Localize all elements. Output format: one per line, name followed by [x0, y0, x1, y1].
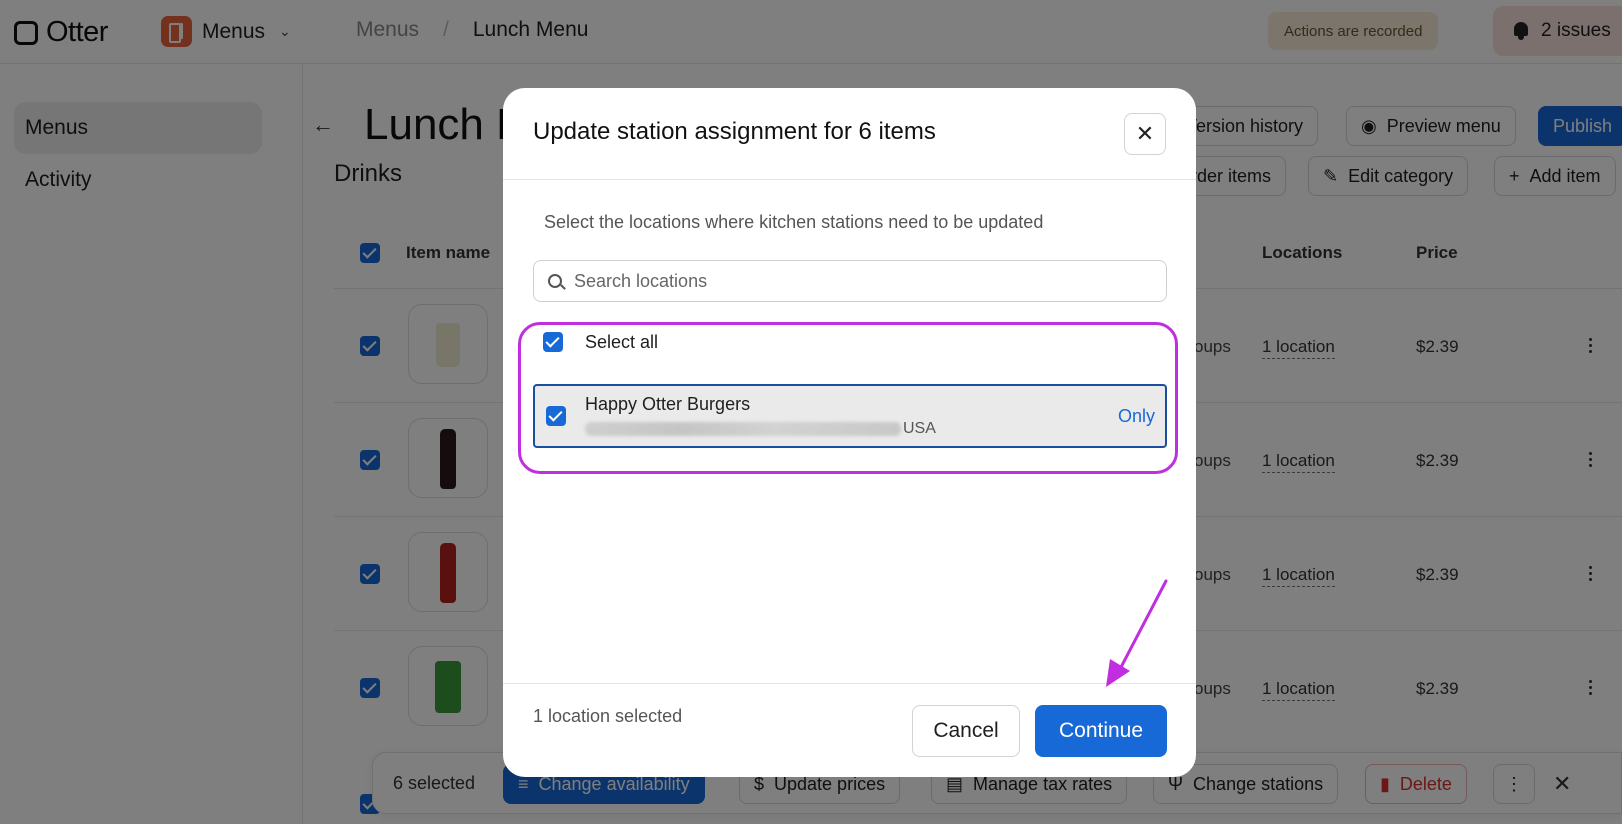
modal-subtitle: Select the locations where kitchen stati… — [544, 212, 1044, 232]
modal-header-divider — [503, 179, 1196, 180]
continue-button[interactable]: Continue — [1035, 705, 1167, 757]
annotation-highlight-box — [518, 322, 1178, 474]
search-field[interactable] — [533, 260, 1167, 302]
locations-selected-count: 1 location selected — [533, 706, 683, 726]
modal-footer-divider — [503, 683, 1196, 684]
cancel-button[interactable]: Cancel — [912, 705, 1020, 757]
search-input[interactable] — [574, 270, 1134, 292]
annotation-arrow-icon — [1106, 579, 1168, 687]
close-icon[interactable]: ✕ — [1124, 113, 1166, 155]
modal-title: Update station assignment for 6 items — [533, 118, 936, 145]
search-icon — [548, 274, 562, 288]
